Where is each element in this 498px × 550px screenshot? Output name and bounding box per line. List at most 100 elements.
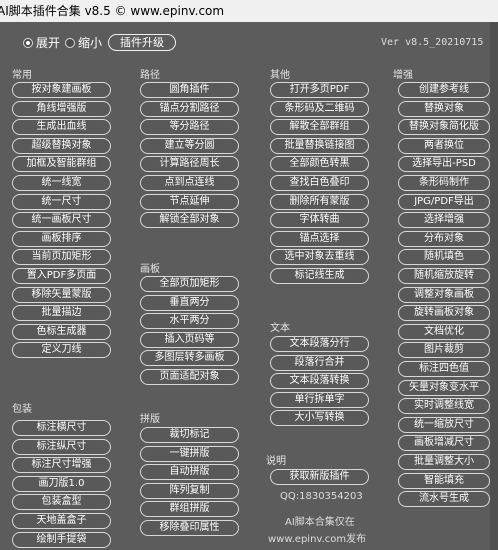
imposition-button-5[interactable]: 群组拼版 xyxy=(140,501,239,518)
pack-button-2[interactable]: 标注纵尺寸 xyxy=(12,438,111,455)
enhance-button-13[interactable]: 旋转画板对象 xyxy=(398,305,490,322)
upgrade-plugin-button[interactable]: 插件升级 xyxy=(108,34,176,51)
common-button-8[interactable]: 统一画板尺寸 xyxy=(12,212,111,229)
path-button-5[interactable]: 计算路径周长 xyxy=(140,156,239,173)
other-button-4[interactable]: 批量替换链接图 xyxy=(270,137,369,154)
enhance-button-15[interactable]: 图片裁剪 xyxy=(398,342,490,359)
artboard-button-1[interactable]: 全部页加矩形 xyxy=(140,276,239,292)
common-button-2[interactable]: 角线增强版 xyxy=(12,100,111,117)
enhance-button-4[interactable]: 两者换位 xyxy=(398,137,490,154)
category-header: 说明 xyxy=(266,456,286,467)
other-button-9[interactable]: 锚点选择 xyxy=(270,230,369,247)
common-button-4[interactable]: 超级替换对象 xyxy=(12,137,111,154)
category-header: 画板 xyxy=(140,264,160,275)
common-button-10[interactable]: 当前页加矩形 xyxy=(12,249,111,266)
pack-button-7[interactable]: 绘制手提袋 xyxy=(12,531,111,548)
text-button-1[interactable]: 文本段落分行 xyxy=(270,336,369,352)
enhance-button-11[interactable]: 随机缩放旋转 xyxy=(398,268,490,284)
other-button-10[interactable]: 选中对象去重线 xyxy=(270,249,369,266)
text-button-3[interactable]: 文本段落转换 xyxy=(270,373,369,390)
pack-button-5[interactable]: 包装盒型 xyxy=(12,494,111,511)
enhance-button-10[interactable]: 随机填色 xyxy=(398,249,490,266)
pack-button-3[interactable]: 标注尺寸增强 xyxy=(12,457,111,474)
common-button-12[interactable]: 移除矢量蒙版 xyxy=(12,286,111,303)
path-button-3[interactable]: 等分路径 xyxy=(140,119,239,136)
artboard-button-4[interactable]: 插入页码等 xyxy=(140,331,239,348)
enhance-button-8[interactable]: 选择增强 xyxy=(398,212,490,229)
enhance-button-12[interactable]: 调整对象画板 xyxy=(398,286,490,303)
path-button-1[interactable]: 圆角插件 xyxy=(140,82,239,98)
other-button-8[interactable]: 字体转曲 xyxy=(270,212,369,229)
enhance-button-6[interactable]: 条形码制作 xyxy=(398,175,490,191)
pack-button-4[interactable]: 画刀版1.0 xyxy=(12,475,111,492)
enhance-button-9[interactable]: 分布对象 xyxy=(398,230,490,247)
window-title: AI脚本插件合集 v8.5 © www.epinv.com xyxy=(0,4,225,18)
category-header: 包装 xyxy=(12,404,32,415)
enhance-button-22[interactable]: 智能填充 xyxy=(398,472,490,489)
enhance-button-7[interactable]: JPG/PDF导出 xyxy=(398,193,490,210)
enhance-button-5[interactable]: 选择导出-PSD xyxy=(398,156,490,173)
text-button-2[interactable]: 段落行合并 xyxy=(270,354,369,371)
common-button-11[interactable]: 置入PDF多页面 xyxy=(12,268,111,284)
qq-contact: QQ:1830354203 xyxy=(280,491,363,502)
enhance-button-16[interactable]: 标注四色值 xyxy=(398,361,490,377)
category-header: 拼版 xyxy=(140,414,160,425)
collapse-label: 缩小 xyxy=(78,36,103,50)
scrollbar[interactable] xyxy=(490,22,498,550)
other-button-7[interactable]: 删除所有蒙版 xyxy=(270,193,369,210)
text-button-5[interactable]: 大小写转换 xyxy=(270,410,369,427)
enhance-button-1[interactable]: 创建参考线 xyxy=(398,82,490,98)
enhance-button-20[interactable]: 画板增减尺寸 xyxy=(398,435,490,452)
imposition-button-2[interactable]: 一键拼版 xyxy=(140,445,239,462)
path-button-2[interactable]: 锚点分割路径 xyxy=(140,100,239,117)
imposition-button-6[interactable]: 移除叠印属性 xyxy=(140,520,239,536)
common-button-14[interactable]: 色标生成器 xyxy=(12,323,111,340)
common-button-5[interactable]: 加框及智能群组 xyxy=(12,156,111,173)
other-button-3[interactable]: 解散全部群组 xyxy=(270,119,369,136)
category-header: 常用 xyxy=(12,70,32,81)
imposition-button-4[interactable]: 阵列复制 xyxy=(140,482,239,499)
imposition-button-3[interactable]: 自动拼版 xyxy=(140,464,239,481)
other-button-1[interactable]: 打开多页PDF xyxy=(270,82,369,98)
artboard-button-2[interactable]: 垂直两分 xyxy=(140,294,239,311)
publish-note-line2: www.epinv.com发布 xyxy=(268,534,367,545)
enhance-button-2[interactable]: 替换对象 xyxy=(398,100,490,117)
common-button-13[interactable]: 批量描边 xyxy=(12,305,111,322)
category-header: 文本 xyxy=(270,323,290,334)
artboard-button-5[interactable]: 多图层转多画板 xyxy=(140,350,239,367)
common-button-1[interactable]: 按对象建画板 xyxy=(12,82,111,98)
enhance-button-18[interactable]: 实时调整线宽 xyxy=(398,398,490,415)
category-header: 其他 xyxy=(270,70,290,81)
category-header: 路径 xyxy=(140,70,160,81)
enhance-button-23[interactable]: 流水号生成 xyxy=(398,491,490,508)
get-new-version-button[interactable]: 获取新版插件 xyxy=(270,469,369,485)
path-button-7[interactable]: 节点延伸 xyxy=(140,193,239,210)
other-button-5[interactable]: 全部颜色转黑 xyxy=(270,156,369,173)
enhance-button-19[interactable]: 统一缩放尺寸 xyxy=(398,416,490,433)
artboard-button-3[interactable]: 水平两分 xyxy=(140,313,239,330)
window-titlebar: AI脚本插件合集 v8.5 © www.epinv.com xyxy=(0,0,498,22)
common-button-3[interactable]: 生成出血线 xyxy=(12,119,111,136)
common-button-9[interactable]: 画板排序 xyxy=(12,230,111,247)
other-button-6[interactable]: 查找白色叠印 xyxy=(270,175,369,191)
collapse-radio[interactable] xyxy=(65,38,75,48)
common-button-15[interactable]: 定义刀线 xyxy=(12,342,111,359)
enhance-button-14[interactable]: 文档优化 xyxy=(398,323,490,340)
common-button-6[interactable]: 统一线宽 xyxy=(12,175,111,191)
common-button-7[interactable]: 统一尺寸 xyxy=(12,193,111,210)
pack-button-6[interactable]: 天地盖盒子 xyxy=(12,513,111,529)
imposition-button-1[interactable]: 裁切标记 xyxy=(140,427,239,443)
pack-button-1[interactable]: 标注横尺寸 xyxy=(12,420,111,436)
path-button-6[interactable]: 点到点连线 xyxy=(140,175,239,191)
top-bar: 展开 缩小 插件升级 Ver v8.5_20210715 xyxy=(0,34,498,56)
enhance-button-17[interactable]: 矢量对象变水平 xyxy=(398,379,490,396)
text-button-4[interactable]: 单行拆单字 xyxy=(270,391,369,408)
enhance-button-21[interactable]: 批量调整大小 xyxy=(398,454,490,470)
path-button-8[interactable]: 解锁全部对象 xyxy=(140,212,239,229)
other-button-2[interactable]: 条形码及二维码 xyxy=(270,100,369,117)
path-button-4[interactable]: 建立等分圆 xyxy=(140,137,239,154)
enhance-button-3[interactable]: 替换对象简化版 xyxy=(398,119,490,136)
expand-radio[interactable] xyxy=(23,38,33,48)
artboard-button-6[interactable]: 页面适配对象 xyxy=(140,369,239,385)
other-button-11[interactable]: 标记线生成 xyxy=(270,268,369,284)
